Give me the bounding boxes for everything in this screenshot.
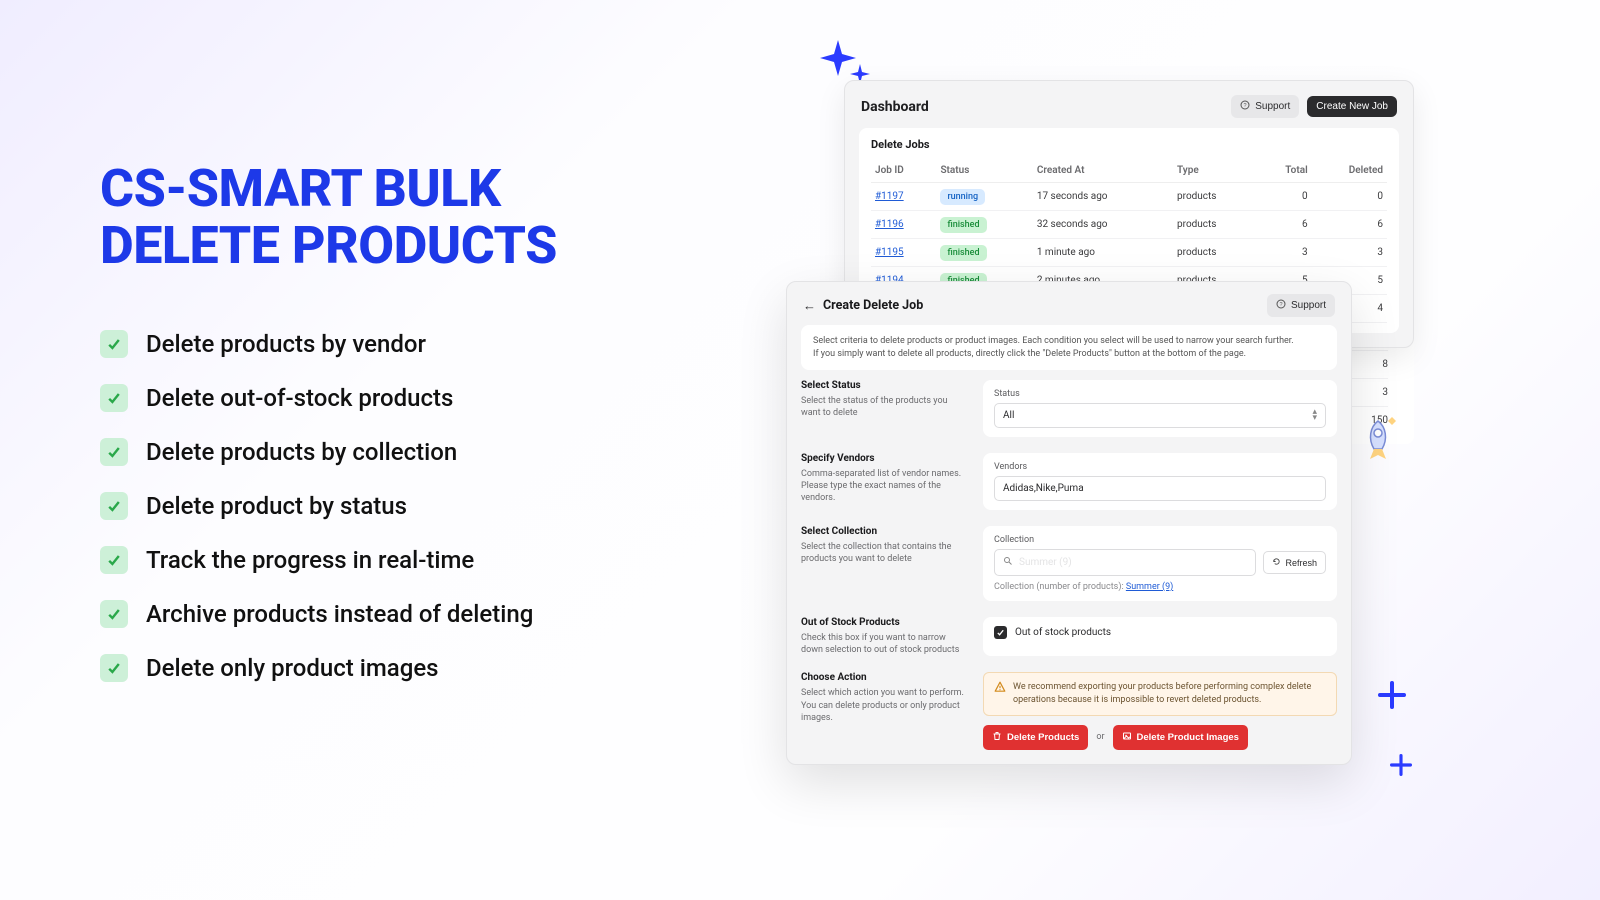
create-new-job-button[interactable]: Create New Job: [1307, 96, 1397, 117]
check-icon: [100, 546, 128, 574]
rocket-icon: [1352, 415, 1404, 467]
vendors-section: Specify Vendors Comma-separated list of …: [801, 453, 1337, 510]
help-icon: ?: [1240, 100, 1250, 113]
feature-item: Delete products by collection: [100, 438, 660, 466]
feature-text: Track the progress in real-time: [146, 546, 474, 574]
check-icon: [100, 492, 128, 520]
job-id-link[interactable]: #1195: [875, 247, 904, 258]
dashboard-title: Dashboard: [861, 99, 929, 115]
feature-text: Archive products instead of deleting: [146, 600, 533, 628]
create-job-title: Create Delete Job: [823, 298, 923, 313]
app-title: CS-SMART BULKDELETE PRODUCTS: [100, 160, 660, 274]
status-section: Select Status Select the status of the p…: [801, 380, 1337, 437]
feature-item: Delete product by status: [100, 492, 660, 520]
marketing-panel: CS-SMART BULKDELETE PRODUCTS Delete prod…: [100, 160, 660, 682]
check-icon: [100, 384, 128, 412]
check-icon: [100, 600, 128, 628]
svg-text:?: ?: [1244, 103, 1247, 109]
job-id-link[interactable]: #1197: [875, 191, 904, 202]
feature-item: Track the progress in real-time: [100, 546, 660, 574]
check-icon: [100, 654, 128, 682]
feature-text: Delete only product images: [146, 654, 439, 682]
collection-link[interactable]: Summer (9): [1126, 582, 1173, 592]
back-arrow-icon[interactable]: ←: [803, 298, 816, 314]
create-delete-job-card: ← Create Delete Job ? Support Select cri…: [786, 281, 1352, 765]
image-icon: [1122, 731, 1132, 744]
choose-action-section: Choose Action Select which action you wa…: [801, 672, 1337, 749]
feature-text: Delete product by status: [146, 492, 407, 520]
chevron-updown-icon: ▴▾: [1312, 410, 1317, 421]
table-row: #1196finished32 seconds agoproducts66: [871, 211, 1387, 239]
trash-icon: [992, 731, 1002, 744]
feature-text: Delete out-of-stock products: [146, 384, 453, 412]
sparkle-cross-icon: [1390, 754, 1412, 776]
feature-item: Delete products by vendor: [100, 330, 660, 358]
status-select[interactable]: All ▴▾: [994, 403, 1326, 428]
vendors-input[interactable]: Adidas,Nike,Puma: [994, 476, 1326, 501]
help-icon: ?: [1276, 299, 1286, 312]
feature-text: Delete products by vendor: [146, 330, 426, 358]
table-row: #1197running17 seconds agoproducts00: [871, 183, 1387, 211]
support-button[interactable]: ? Support: [1231, 95, 1299, 118]
out-of-stock-section: Out of Stock Products Check this box if …: [801, 617, 1337, 656]
status-badge: finished: [940, 217, 986, 233]
info-banner: Select criteria to delete products or pr…: [801, 325, 1337, 370]
status-badge: running: [940, 189, 985, 205]
feature-item: Delete out-of-stock products: [100, 384, 660, 412]
support-button[interactable]: ? Support: [1267, 294, 1335, 317]
table-row: #1195finished1 minute agoproducts33: [871, 239, 1387, 267]
delete-jobs-title: Delete Jobs: [871, 138, 1387, 151]
status-badge: finished: [940, 245, 986, 261]
delete-products-button[interactable]: Delete Products: [983, 725, 1088, 750]
feature-item: Delete only product images: [100, 654, 660, 682]
collection-section: Select Collection Select the collection …: [801, 526, 1337, 601]
svg-text:?: ?: [1279, 302, 1282, 308]
sparkle-cross-icon: [1378, 681, 1406, 709]
check-icon: [100, 438, 128, 466]
job-id-link[interactable]: #1196: [875, 219, 904, 230]
delete-product-images-button[interactable]: Delete Product Images: [1113, 725, 1248, 750]
warning-banner: We recommend exporting your products bef…: [983, 672, 1337, 715]
refresh-button[interactable]: Refresh: [1263, 551, 1326, 574]
refresh-icon: [1272, 557, 1281, 568]
feature-text: Delete products by collection: [146, 438, 457, 466]
collection-search-input[interactable]: Summer (9): [994, 549, 1256, 576]
feature-item: Archive products instead of deleting: [100, 600, 660, 628]
search-icon: [1003, 556, 1013, 569]
warning-icon: [994, 681, 1006, 706]
out-of-stock-checkbox[interactable]: [994, 626, 1007, 639]
check-icon: [100, 330, 128, 358]
